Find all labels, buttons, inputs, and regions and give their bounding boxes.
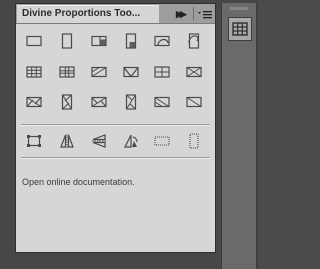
golden-rect-portrait-icon[interactable] [122, 32, 140, 50]
golden-rect-landscape-icon[interactable] [90, 32, 108, 50]
panel-tab[interactable]: Divine Proportions Too... [17, 5, 159, 23]
x-diagonal-icon[interactable] [185, 63, 203, 81]
portrait-frame-icon[interactable] [58, 32, 76, 50]
panel-menu-icon[interactable] [197, 8, 213, 20]
landscape-frame-icon[interactable] [25, 32, 43, 50]
phi-grid-icon[interactable] [58, 63, 76, 81]
triangle-landscape-icon[interactable] [122, 63, 140, 81]
dock-grip[interactable] [230, 7, 248, 10]
open-documentation-link[interactable]: Open online documentation. [22, 177, 135, 187]
panel-titlebar: Divine Proportions Too... ▶▶ [16, 4, 215, 24]
rotate-icon[interactable] [122, 132, 140, 150]
harmonic-landscape-icon[interactable] [25, 93, 43, 111]
workspace: Divine Proportions Too... ▶▶ Open online… [0, 0, 259, 269]
flip-horizontal-icon[interactable] [58, 132, 76, 150]
titlebar-separator [193, 7, 194, 20]
golden-spiral-portrait-icon[interactable] [185, 32, 203, 50]
baroque-diagonal-icon[interactable] [153, 93, 171, 111]
golden-spiral-landscape-icon[interactable] [153, 32, 171, 50]
golden-triangle-portrait-icon[interactable] [122, 93, 140, 111]
golden-triangle-landscape-icon[interactable] [90, 93, 108, 111]
collapse-arrows-icon[interactable]: ▶▶ [176, 8, 190, 20]
panel-body: Open online documentation. [16, 24, 215, 252]
divine-proportions-panel: Divine Proportions Too... ▶▶ Open online… [15, 3, 216, 253]
crop-corners-icon[interactable] [25, 132, 43, 150]
side-dock [221, 3, 257, 269]
dotted-landscape-icon[interactable] [153, 132, 171, 150]
dotted-portrait-icon[interactable] [185, 132, 203, 150]
grid-panel-icon[interactable] [228, 17, 252, 41]
divider [21, 157, 210, 159]
diagonal-landscape-icon[interactable] [90, 63, 108, 81]
thirds-grid-icon[interactable] [25, 63, 43, 81]
sinister-diagonal-icon[interactable] [185, 93, 203, 111]
quadrant-icon[interactable] [153, 63, 171, 81]
flip-vertical-icon[interactable] [90, 132, 108, 150]
harmonic-portrait-icon[interactable] [58, 93, 76, 111]
divider [21, 124, 210, 126]
